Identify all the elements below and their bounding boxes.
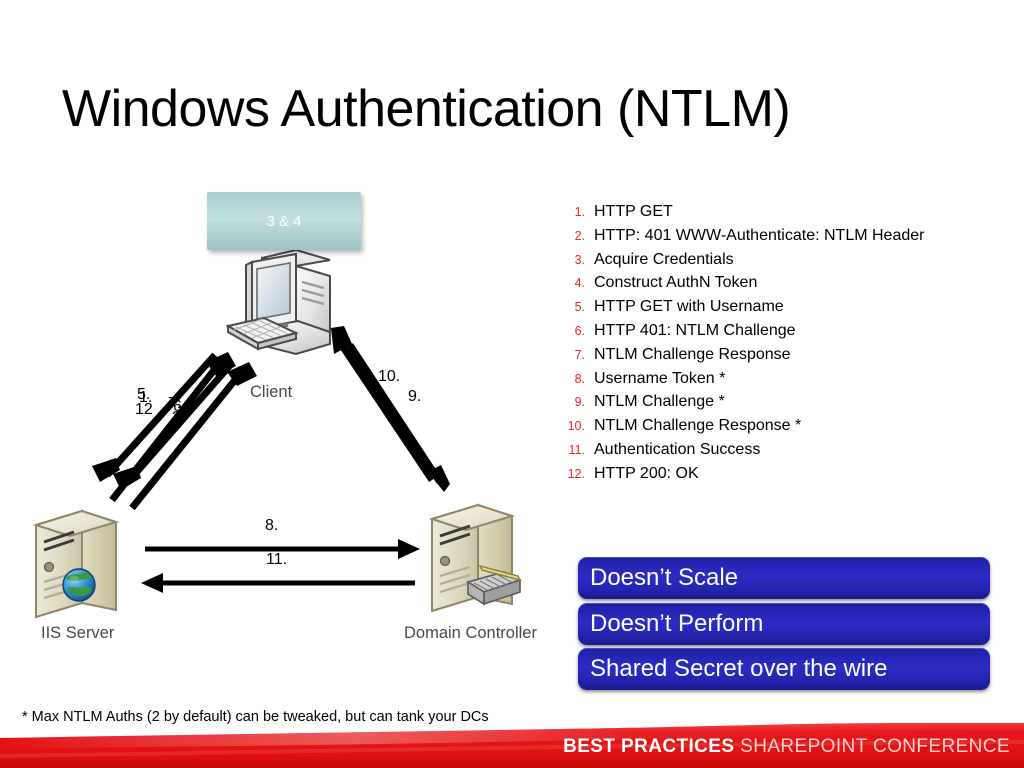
list-item: 10. NTLM Challenge Response *	[548, 414, 1018, 438]
callout-shared-secret[interactable]: Shared Secret over the wire	[578, 648, 990, 690]
step-number: 7.	[574, 347, 585, 362]
step-3-4-label: 3 & 4	[266, 212, 302, 230]
footer-brand: BEST PRACTICES SHAREPOINT CONFERENCE	[563, 736, 1010, 758]
step-text: NTLM Challenge *	[594, 393, 725, 411]
list-item: 12. HTTP 200: OK	[548, 462, 1018, 486]
step-number: 3.	[574, 252, 585, 267]
node-label-client: Client	[250, 383, 293, 401]
list-item: 5. HTTP GET with Username	[548, 295, 1018, 319]
step-text: HTTP 200: OK	[594, 464, 699, 482]
list-item: 8. Username Token *	[548, 367, 1018, 391]
step-number: 6.	[574, 323, 585, 338]
arrow-label-12: 12	[135, 401, 153, 418]
ntlm-steps-list: 1. HTTP GET 2. HTTP: 401 WWW-Authenticat…	[548, 200, 1018, 486]
arrow-label-2: 2.	[172, 409, 186, 426]
arrow-label-8: 8.	[265, 517, 279, 534]
step-number: 12.	[567, 466, 585, 481]
step-text: HTTP GET with Username	[594, 298, 784, 316]
step-text: Acquire Credentials	[594, 250, 734, 268]
slide-canvas: Windows Authentication (NTLM) 3 & 4 Clie…	[0, 0, 1024, 768]
step-number: 9.	[574, 395, 585, 410]
step-number: 2.	[574, 228, 585, 243]
step-number: 1.	[574, 205, 585, 219]
step-text: Username Token *	[594, 369, 726, 387]
page-title: Windows Authentication (NTLM)	[62, 80, 791, 138]
footer-brand-light: SHAREPOINT CONFERENCE	[740, 736, 1010, 757]
step-text: NTLM Challenge Response *	[594, 417, 802, 435]
step-3-4-callout-box: 3 & 4	[207, 192, 361, 250]
footer-brand-bold: BEST PRACTICES	[563, 736, 735, 757]
step-text: HTTP: 401 WWW-Authenticate: NTLM Header	[594, 226, 925, 244]
step-text: NTLM Challenge Response	[594, 345, 791, 363]
list-item: 7. NTLM Challenge Response	[548, 343, 1018, 367]
ntlm-flow-diagram: 3 & 4 Client IIS Server Domain Controlle…	[0, 170, 560, 660]
step-number: 5.	[574, 300, 585, 315]
list-item: 6. HTTP 401: NTLM Challenge	[548, 319, 1018, 343]
node-label-iis-server: IIS Server	[41, 624, 115, 642]
list-item: 1. HTTP GET	[548, 200, 1018, 224]
client-computer-icon	[225, 248, 331, 356]
arrow-label-9: 9.	[408, 388, 422, 405]
step-number: 8.	[574, 371, 585, 386]
step-text: HTTP 401: NTLM Challenge	[594, 321, 796, 339]
step-number: 10.	[567, 419, 585, 434]
step-text: Construct AuthN Token	[594, 274, 758, 292]
step-number: 11.	[568, 442, 585, 457]
step-number: 4.	[574, 276, 585, 291]
footer-banner: BEST PRACTICES SHAREPOINT CONFERENCE	[0, 714, 1024, 768]
list-item: 2. HTTP: 401 WWW-Authenticate: NTLM Head…	[548, 224, 1018, 248]
list-item: 3. Acquire Credentials	[548, 248, 1018, 272]
list-item: 11. Authentication Success	[548, 438, 1018, 462]
domain-controller-icon	[428, 503, 523, 613]
iis-server-icon	[32, 509, 120, 619]
arrow-label-11: 11.	[266, 551, 288, 568]
node-label-domain-controller: Domain Controller	[404, 624, 537, 642]
list-item: 9. NTLM Challenge *	[548, 390, 1018, 414]
step-text: HTTP GET	[594, 203, 673, 220]
step-text: Authentication Success	[594, 440, 761, 458]
callout-doesnt-perform[interactable]: Doesn’t Perform	[578, 603, 990, 645]
list-item: 4. Construct AuthN Token	[548, 271, 1018, 295]
callout-doesnt-scale[interactable]: Doesn’t Scale	[578, 557, 990, 599]
arrow-label-10: 10.	[378, 368, 401, 385]
